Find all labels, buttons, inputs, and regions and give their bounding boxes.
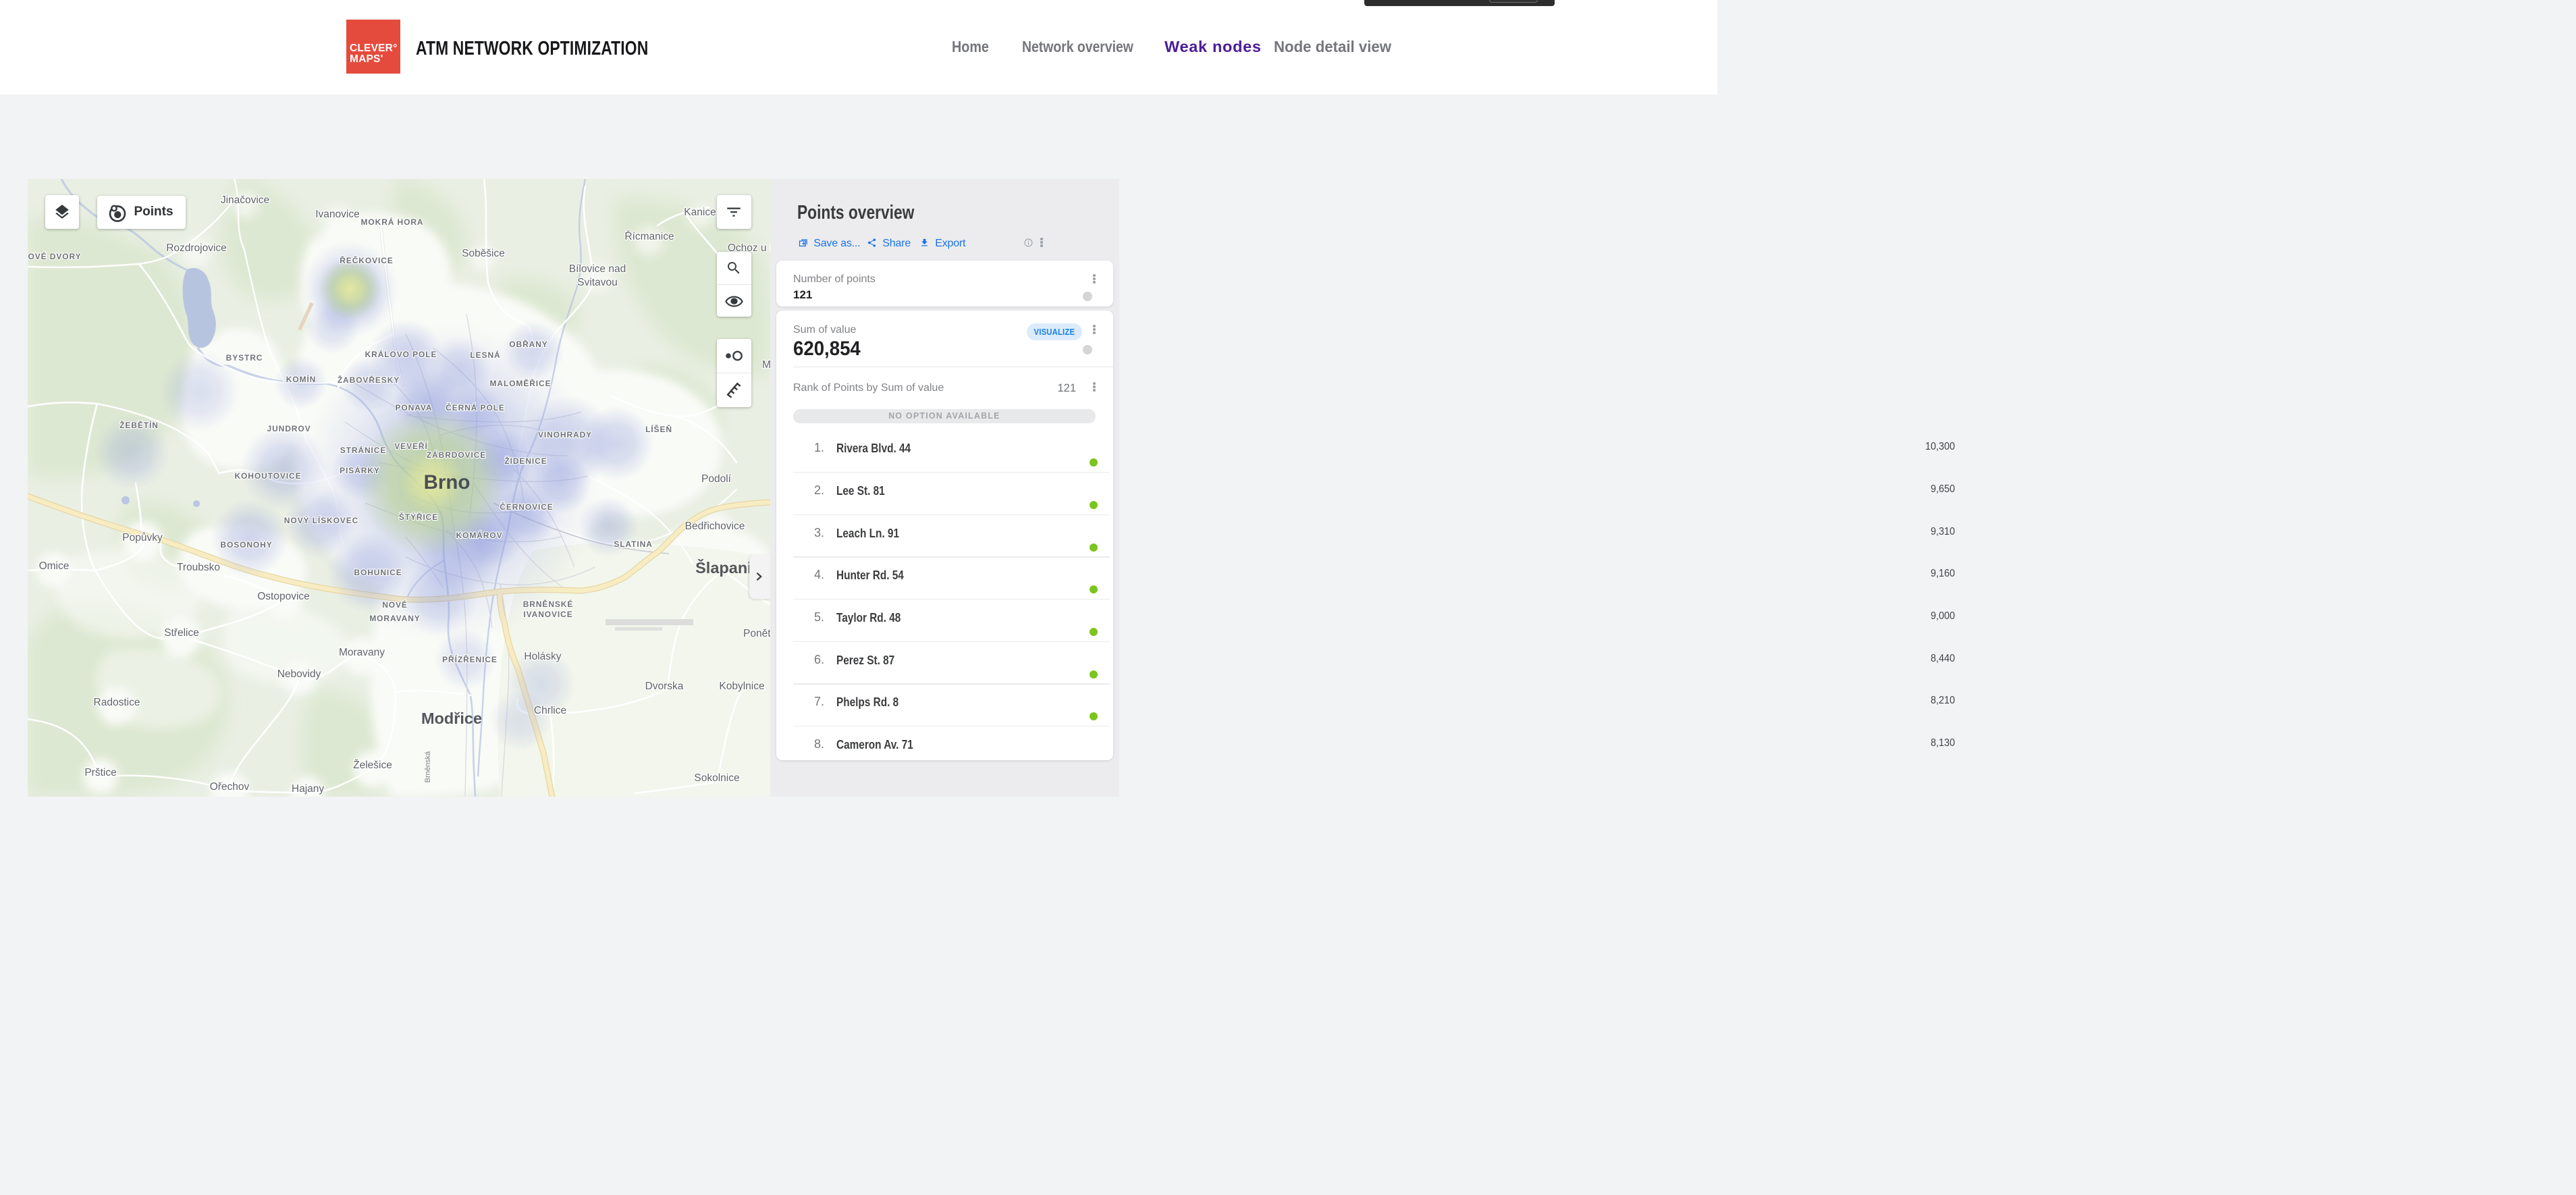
svg-text:Modřice: Modřice [421,710,482,727]
svg-text:STRÁNICE: STRÁNICE [340,445,387,455]
svg-text:MALOMĚŘICE: MALOMĚŘICE [490,378,552,388]
svg-text:Ostopovice: Ostopovice [257,591,310,602]
svg-text:KOHOUTOVICE: KOHOUTOVICE [234,471,301,481]
svg-text:Ponětovice: Ponětovice [743,628,770,639]
svg-text:BRNĚNSKÉ: BRNĚNSKÉ [523,599,574,609]
svg-text:PŘÍZŘENICE: PŘÍZŘENICE [442,654,498,664]
svg-text:Podolí: Podolí [701,473,732,485]
svg-text:Mol: Mol [762,359,770,371]
svg-text:MOKRÁ HORA: MOKRÁ HORA [361,217,424,227]
svg-text:Řícmanice: Řícmanice [624,231,674,242]
svg-text:Ivanovice: Ivanovice [315,209,359,220]
svg-text:Bedřichovice: Bedřichovice [685,521,745,532]
svg-text:PONAVA: PONAVA [396,403,433,413]
svg-text:Rozdrojovice: Rozdrojovice [166,242,227,254]
svg-text:Radostice: Radostice [94,697,140,708]
svg-text:Soběšice: Soběšice [462,248,505,259]
svg-text:BOSONOHY: BOSONOHY [220,540,272,550]
svg-text:JUNDROV: JUNDROV [267,424,311,433]
svg-text:Sokolnice: Sokolnice [694,772,739,784]
svg-text:ČERNÁ POLE: ČERNÁ POLE [446,402,505,413]
svg-text:IVANOVICE: IVANOVICE [523,610,572,619]
svg-text:Kobylnice: Kobylnice [719,681,764,692]
svg-text:VEVEŘÍ: VEVEŘÍ [394,441,427,451]
svg-text:PISÁRKY: PISÁRKY [340,465,380,475]
svg-text:Želešice: Želešice [353,760,392,771]
svg-text:ŘEČKOVICE: ŘEČKOVICE [340,255,393,265]
svg-text:Omice: Omice [39,560,70,572]
svg-text:Svitavou: Svitavou [577,277,617,288]
svg-text:KOMÍN: KOMÍN [286,374,317,384]
svg-text:Kanice: Kanice [684,207,716,218]
svg-text:ZÁBRDOVICE: ZÁBRDOVICE [427,450,486,460]
svg-text:Holásky: Holásky [524,651,561,662]
svg-text:ČERNOVICE: ČERNOVICE [500,502,553,512]
svg-text:SLATINA: SLATINA [614,539,652,549]
svg-text:Dvorska: Dvorska [645,681,684,692]
svg-text:OBŘANY: OBŘANY [509,339,547,349]
svg-text:Chrlice: Chrlice [534,705,566,716]
svg-text:NOVÝ LÍSKOVEC: NOVÝ LÍSKOVEC [284,515,358,525]
svg-text:Střelice: Střelice [164,627,199,639]
svg-text:Troubsko: Troubsko [177,562,220,573]
svg-text:KOMÁROV: KOMÁROV [456,530,503,540]
svg-text:Prštice: Prštice [84,767,116,778]
svg-text:OVÉ DVORY: OVÉ DVORY [28,251,81,261]
svg-text:Hajany: Hajany [292,783,324,795]
svg-text:NOVÉ: NOVÉ [382,600,408,610]
svg-text:Nebovidy: Nebovidy [277,668,321,680]
svg-text:Popůvky: Popůvky [122,532,163,543]
svg-text:Brněnská: Brněnská [424,751,432,782]
svg-text:BYSTRC: BYSTRC [226,353,263,363]
svg-text:ŽABOVŘESKY: ŽABOVŘESKY [338,375,400,385]
svg-text:LÍŠEŇ: LÍŠEŇ [645,424,672,434]
svg-text:Moravany: Moravany [339,647,385,658]
svg-text:Brno: Brno [424,471,471,494]
svg-text:MORAVANY: MORAVANY [369,614,420,623]
svg-text:ŠTÝŘICE: ŠTÝŘICE [399,512,438,522]
svg-text:KRÁLOVO POLE: KRÁLOVO POLE [365,349,437,359]
svg-text:BOHUNICE: BOHUNICE [354,568,402,577]
svg-text:VINOHRADY: VINOHRADY [538,430,592,440]
svg-text:Bílovice nad: Bílovice nad [569,263,626,275]
svg-text:Jinačovice: Jinačovice [221,194,269,206]
svg-text:LESNÁ: LESNÁ [470,350,500,360]
svg-text:ŽEBĚTÍN: ŽEBĚTÍN [119,420,159,430]
svg-text:Ořechov: Ořechov [210,781,250,793]
svg-text:ŽIDENICE: ŽIDENICE [504,456,547,466]
